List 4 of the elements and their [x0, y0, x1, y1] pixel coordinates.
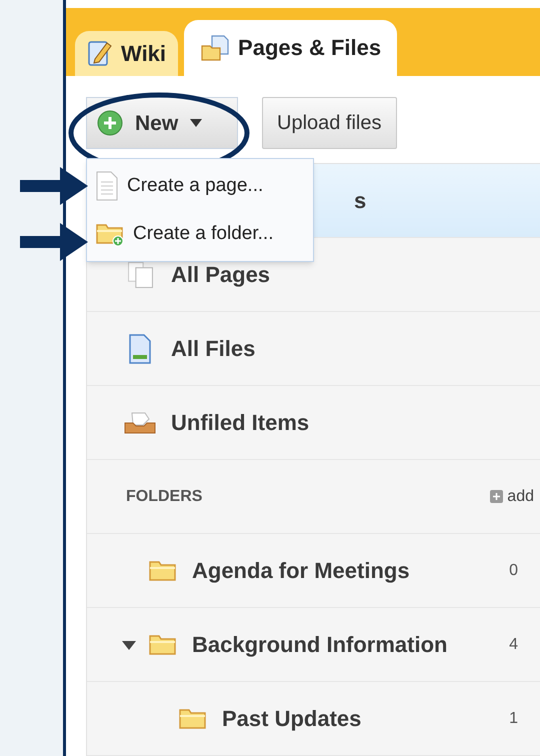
item-count: 4: [509, 634, 518, 654]
item-count: 1: [509, 708, 518, 728]
folders-heading: FOLDERS: [126, 486, 204, 506]
item-count: 0: [509, 560, 518, 580]
